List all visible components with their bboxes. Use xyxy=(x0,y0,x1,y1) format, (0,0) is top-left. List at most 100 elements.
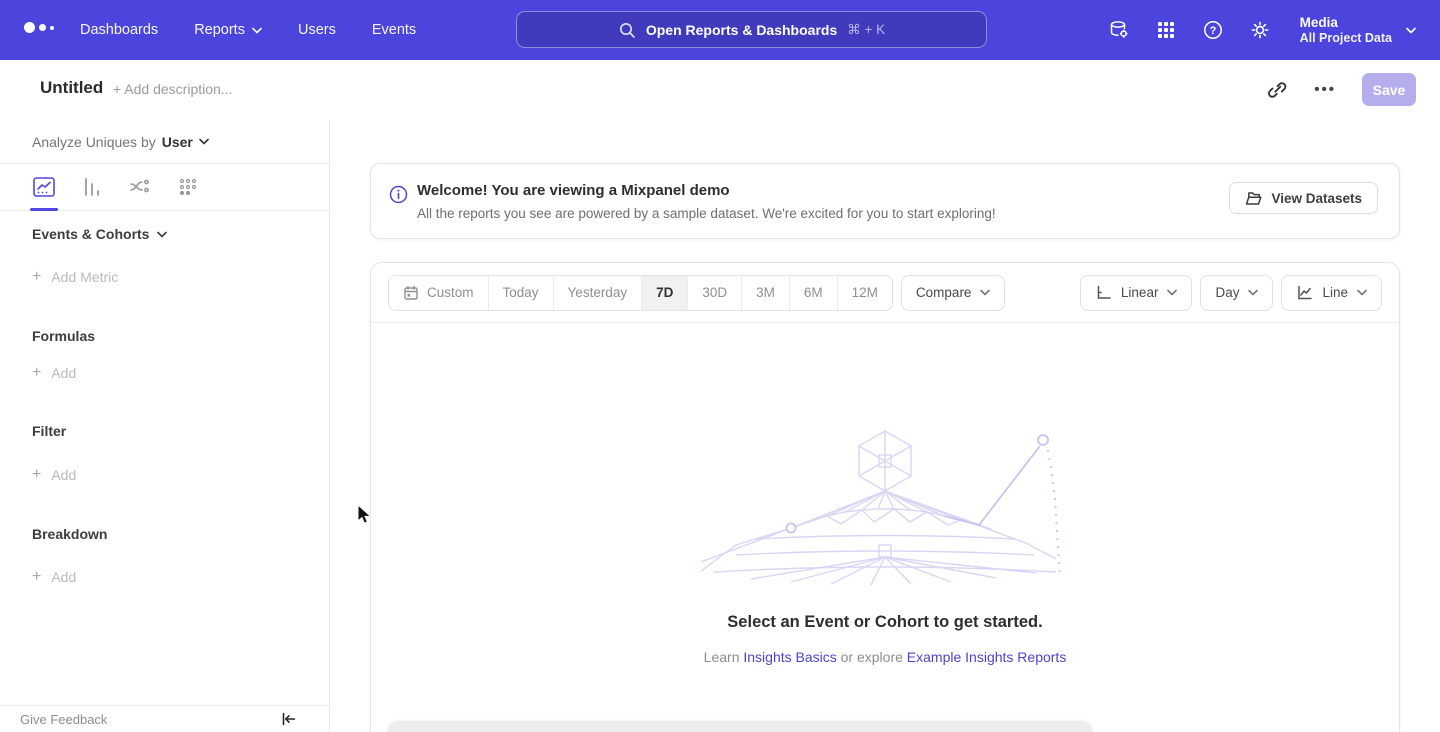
chevron-down-icon xyxy=(252,27,262,34)
empty-state-title: Select an Event or Cohort to get started… xyxy=(371,613,1399,632)
top-nav-right: ? Media All Project Data xyxy=(1108,0,1416,60)
range-label: Today xyxy=(503,285,539,300)
section-title: Formulas xyxy=(32,328,95,344)
add-formula-button[interactable]: + Add xyxy=(32,364,76,382)
bottom-table-peek[interactable] xyxy=(387,721,1093,732)
metrics-tab[interactable] xyxy=(176,175,200,199)
apps-grid-icon[interactable] xyxy=(1155,19,1177,41)
add-breakdown-button[interactable]: + Add xyxy=(32,568,76,586)
nav-label: Users xyxy=(298,22,336,38)
add-filter-label: Add xyxy=(51,467,76,483)
range-label: 6M xyxy=(804,285,823,300)
add-formula-label: Add xyxy=(51,365,76,381)
search-shortcut: ⌘ + K xyxy=(847,22,885,38)
nav-label: Events xyxy=(372,22,416,38)
project-scope: All Project Data xyxy=(1300,31,1392,46)
scale-dropdown[interactable]: Linear xyxy=(1080,275,1193,311)
section-breakdown: Breakdown xyxy=(32,526,107,542)
chevron-down-icon xyxy=(1406,27,1416,34)
nav-item-dashboards[interactable]: Dashboards xyxy=(80,22,158,38)
mixpanel-logo[interactable] xyxy=(24,22,54,33)
project-name: Media xyxy=(1300,15,1392,31)
date-range-segmented-control: Custom Today Yesterday 7D 30D 3M 6M 12M xyxy=(388,275,893,311)
range-3m[interactable]: 3M xyxy=(741,276,789,310)
copy-link-icon[interactable] xyxy=(1266,79,1288,101)
welcome-banner: Welcome! You are viewing a Mixpanel demo… xyxy=(370,163,1400,239)
chevron-down-icon xyxy=(1167,289,1177,296)
nav-item-users[interactable]: Users xyxy=(298,22,336,38)
nav-item-reports[interactable]: Reports xyxy=(194,22,262,38)
range-7d[interactable]: 7D xyxy=(641,276,687,310)
chevron-down-icon xyxy=(1357,289,1367,296)
chart-display-controls: Linear Day Line xyxy=(1080,275,1382,311)
chevron-down-icon xyxy=(980,289,990,296)
analyze-row: Analyze Uniques by User xyxy=(0,120,329,164)
collapse-sidebar-icon[interactable] xyxy=(281,711,297,727)
chart-type-dropdown[interactable]: Line xyxy=(1281,275,1382,311)
view-datasets-button[interactable]: View Datasets xyxy=(1229,182,1378,214)
linear-axis-icon xyxy=(1095,284,1112,301)
range-custom[interactable]: Custom xyxy=(389,276,488,310)
range-label: 12M xyxy=(852,285,878,300)
nav-item-events[interactable]: Events xyxy=(372,22,416,38)
project-switcher[interactable]: Media All Project Data xyxy=(1300,15,1416,46)
section-formulas: Formulas xyxy=(32,328,95,344)
section-title: Breakdown xyxy=(32,526,107,542)
section-events-cohorts[interactable]: Events & Cohorts xyxy=(32,226,167,242)
help-icon[interactable]: ? xyxy=(1202,19,1224,41)
more-options-button[interactable]: ••• xyxy=(1314,81,1336,98)
range-label: 30D xyxy=(702,285,727,300)
global-search[interactable]: Open Reports & Dashboards ⌘ + K xyxy=(516,11,987,48)
give-feedback-link[interactable]: Give Feedback xyxy=(20,712,107,727)
project-names: Media All Project Data xyxy=(1300,15,1392,46)
range-today[interactable]: Today xyxy=(488,276,553,310)
query-builder-sidebar: Analyze Uniques by User Events & Cohorts xyxy=(0,120,330,732)
bar-chart-tab[interactable] xyxy=(80,175,104,199)
empty-state-illustration xyxy=(696,421,1076,586)
analyze-entity-dropdown[interactable]: User xyxy=(162,134,209,150)
add-description-field[interactable]: + Add description... xyxy=(113,81,232,97)
plus-icon: + xyxy=(32,268,41,286)
mixpanel-insights-app: Dashboards Reports Users Events Open Rep… xyxy=(0,0,1440,732)
insights-line-tab[interactable] xyxy=(32,175,56,199)
sidebar-footer: Give Feedback xyxy=(0,705,329,732)
plus-icon: + xyxy=(32,364,41,382)
range-30d[interactable]: 30D xyxy=(687,276,741,310)
data-connections-icon[interactable] xyxy=(1108,19,1130,41)
granularity-dropdown[interactable]: Day xyxy=(1200,275,1273,311)
banner-title: Welcome! You are viewing a Mixpanel demo xyxy=(417,182,730,199)
search-placeholder: Open Reports & Dashboards xyxy=(646,22,837,38)
plus-icon: + xyxy=(32,466,41,484)
chevron-down-icon xyxy=(157,231,167,238)
chart-type-tabs xyxy=(0,164,329,211)
flows-tab[interactable] xyxy=(128,175,152,199)
primary-nav: Dashboards Reports Users Events xyxy=(80,0,416,60)
add-metric-button[interactable]: + Add Metric xyxy=(32,268,118,286)
section-title: Events & Cohorts xyxy=(32,226,149,242)
add-metric-label: Add Metric xyxy=(51,269,118,285)
add-filter-button[interactable]: + Add xyxy=(32,466,76,484)
insights-basics-link[interactable]: Insights Basics xyxy=(743,649,836,665)
search-icon xyxy=(618,21,636,39)
range-label: Custom xyxy=(427,285,474,300)
nav-label: Reports xyxy=(194,22,245,38)
analyze-entity-value: User xyxy=(162,134,193,150)
svg-text:?: ? xyxy=(1209,25,1216,37)
section-title: Filter xyxy=(32,423,66,439)
plus-icon: + xyxy=(32,568,41,586)
compare-label: Compare xyxy=(916,285,972,300)
report-title[interactable]: Untitled xyxy=(40,78,103,98)
settings-gear-icon[interactable] xyxy=(1249,19,1271,41)
range-yesterday[interactable]: Yesterday xyxy=(553,276,642,310)
section-filter: Filter xyxy=(32,423,66,439)
top-nav: Dashboards Reports Users Events Open Rep… xyxy=(0,0,1440,60)
middle-text: or explore xyxy=(841,649,903,665)
save-button[interactable]: Save xyxy=(1362,73,1416,106)
range-12m[interactable]: 12M xyxy=(837,276,892,310)
example-reports-link[interactable]: Example Insights Reports xyxy=(907,649,1067,665)
range-label: 7D xyxy=(656,285,673,300)
range-6m[interactable]: 6M xyxy=(789,276,837,310)
analyze-prefix: Analyze Uniques by xyxy=(32,134,156,150)
compare-dropdown[interactable]: Compare xyxy=(901,275,1006,311)
view-datasets-label: View Datasets xyxy=(1271,191,1362,206)
